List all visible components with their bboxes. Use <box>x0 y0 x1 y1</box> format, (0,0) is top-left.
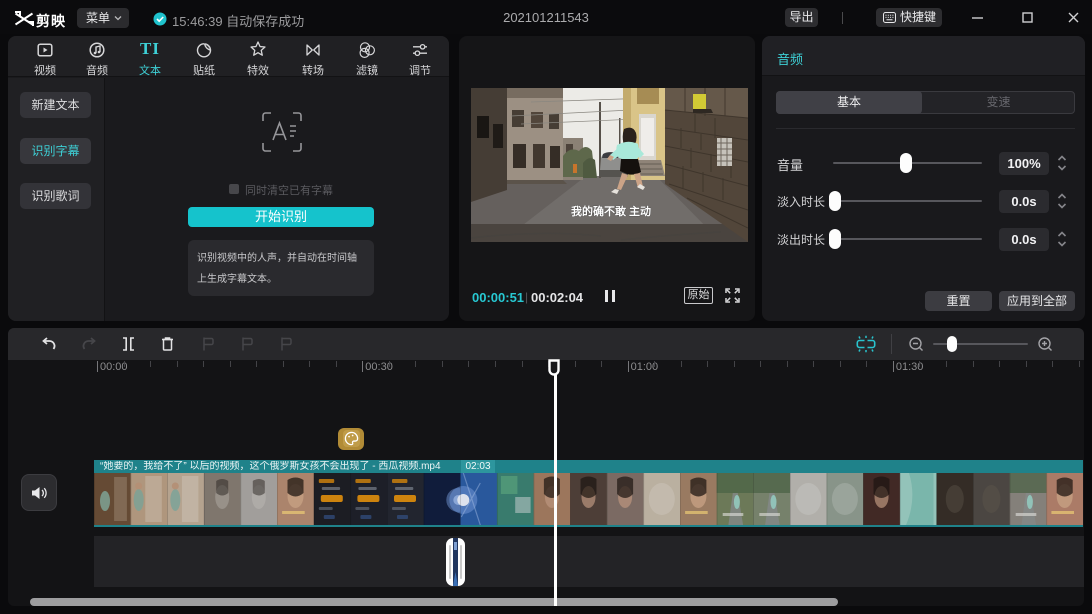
svg-text:我的确不敢 主动: 我的确不敢 主动 <box>571 204 651 218</box>
